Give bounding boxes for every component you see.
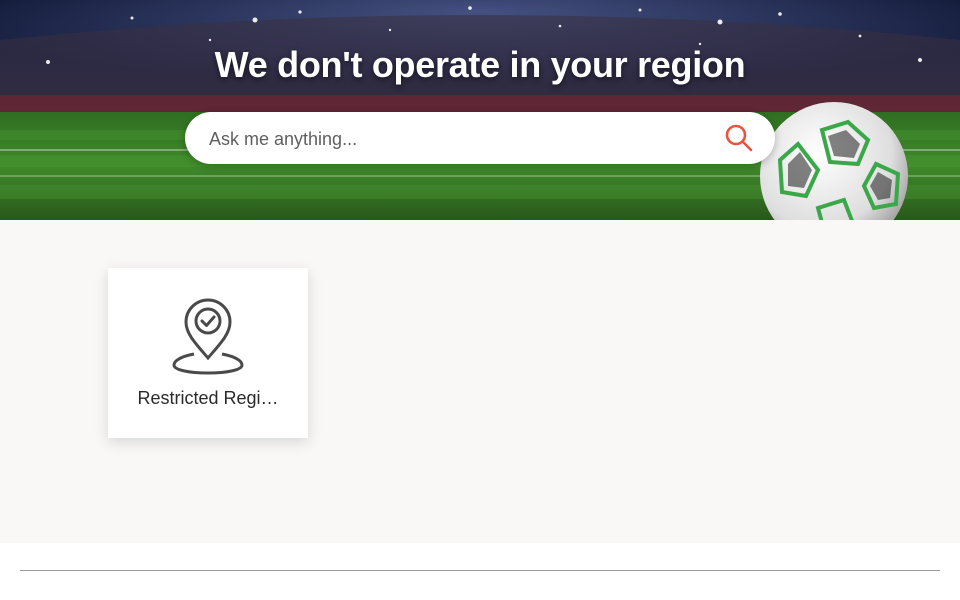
category-card-restricted-regions[interactable]: Restricted Regi… [108,268,308,438]
search-bar [185,112,775,164]
search-icon[interactable] [723,122,755,154]
category-grid: Restricted Regi… [0,220,960,543]
category-card-label: Restricted Regi… [137,388,279,408]
hero-banner: We don't operate in your region [0,0,960,220]
search-input[interactable] [207,124,711,154]
soccer-ball-icon [760,102,908,220]
page-title: We don't operate in your region [214,44,746,85]
footer-divider [20,570,940,571]
location-check-icon [172,298,244,375]
